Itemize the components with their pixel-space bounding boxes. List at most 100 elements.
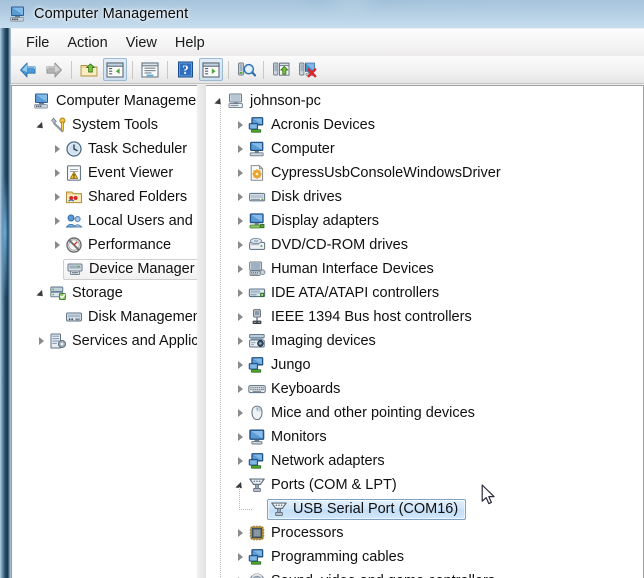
tree-expander-closed[interactable] <box>232 521 248 545</box>
performance-icon <box>65 236 83 254</box>
window-titlebar[interactable]: Computer Management <box>0 0 644 28</box>
tree-expander-closed[interactable] <box>49 209 65 233</box>
tree-item[interactable]: Device Manager <box>12 257 197 281</box>
toolbar: ? <box>11 56 644 84</box>
tree-expander-closed[interactable] <box>232 233 248 257</box>
tree-expander-closed[interactable] <box>232 449 248 473</box>
tree-item[interactable]: Human Interface Devices <box>206 257 643 281</box>
imaging-device-icon <box>248 332 266 350</box>
tree-item[interactable]: IDE ATA/ATAPI controllers <box>206 281 643 305</box>
device-tree-pane[interactable]: johnson-pc Acronis Devices Computer Cypress… <box>206 85 644 578</box>
tree-item[interactable]: Task Scheduler <box>12 137 197 161</box>
tree-item-selection[interactable]: USB Serial Port (COM16) <box>267 498 467 520</box>
tree-expander-closed[interactable] <box>33 329 49 353</box>
tree-expander-closed[interactable] <box>232 257 248 281</box>
tree-item[interactable]: IEEE 1394 Bus host controllers <box>206 305 643 329</box>
tree-item[interactable]: Performance <box>12 233 197 257</box>
tree-item[interactable]: Computer <box>206 137 643 161</box>
tree-item[interactable]: CypressUsbConsoleWindowsDriver <box>206 161 643 185</box>
tree-expander-closed[interactable] <box>232 185 248 209</box>
tree-expander-closed[interactable] <box>232 161 248 185</box>
properties-button[interactable] <box>138 58 162 81</box>
back-button[interactable] <box>16 58 40 81</box>
tree-item[interactable]: USB Serial Port (COM16) <box>206 497 643 521</box>
tree-item[interactable]: System Tools <box>12 113 197 137</box>
menu-help[interactable]: Help <box>166 32 214 54</box>
dvd-drive-icon <box>248 236 266 254</box>
tree-expander-closed[interactable] <box>232 425 248 449</box>
tree-item[interactable]: Event Viewer <box>12 161 197 185</box>
tree-expander-closed[interactable] <box>232 569 248 578</box>
tree-expander-open[interactable] <box>33 281 49 305</box>
tree-expander-closed[interactable] <box>49 161 65 185</box>
tree-item[interactable]: Keyboards <box>206 377 643 401</box>
local-users-icon <box>65 212 83 230</box>
menu-action[interactable]: Action <box>58 32 116 54</box>
network-device-icon <box>248 116 266 134</box>
tree-expander-open[interactable] <box>33 113 49 137</box>
monitor-icon <box>248 428 266 446</box>
tree-item[interactable]: Services and Applicat <box>12 329 197 353</box>
tree-item[interactable]: Sound, video and game controllers <box>206 569 643 578</box>
tree-expander-closed[interactable] <box>232 281 248 305</box>
tree-expander-closed[interactable] <box>232 377 248 401</box>
show-hide-console-tree-button[interactable] <box>103 58 127 81</box>
scan-for-hardware-changes-button[interactable] <box>234 58 258 81</box>
tree-item[interactable]: Storage <box>12 281 197 305</box>
tree-item-label: Disk Management <box>88 308 197 325</box>
tree-item[interactable]: Jungo <box>206 353 643 377</box>
tree-expander-closed[interactable] <box>232 305 248 329</box>
tree-expander-closed[interactable] <box>232 401 248 425</box>
storage-icon <box>49 284 67 302</box>
tree-expander-closed[interactable] <box>232 137 248 161</box>
tree-expander-closed[interactable] <box>232 113 248 137</box>
shared-folders-icon <box>65 188 83 206</box>
tree-expander-open[interactable] <box>232 473 248 497</box>
tree-item[interactable]: Monitors <box>206 425 643 449</box>
processor-icon <box>248 524 266 542</box>
tree-item-selection[interactable]: Device Manager <box>63 258 197 280</box>
tree-expander-closed[interactable] <box>232 545 248 569</box>
menu-view[interactable]: View <box>117 32 166 54</box>
menu-file[interactable]: File <box>17 32 58 54</box>
toolbar-separator <box>167 60 168 79</box>
tree-item-label: CypressUsbConsoleWindowsDriver <box>271 164 501 181</box>
tree-expander-closed[interactable] <box>232 353 248 377</box>
tree-item[interactable]: johnson-pc <box>206 89 643 113</box>
tree-item[interactable]: Display adapters <box>206 209 643 233</box>
tree-item[interactable]: Local Users and Gro <box>12 209 197 233</box>
tree-item-label: Performance <box>88 236 172 253</box>
tree-item[interactable]: Network adapters <box>206 449 643 473</box>
tree-expander-closed[interactable] <box>49 185 65 209</box>
tree-item[interactable]: Computer Management <box>12 89 197 113</box>
tree-expander-closed[interactable] <box>232 209 248 233</box>
tree-item[interactable]: Processors <box>206 521 643 545</box>
tree-item[interactable]: Shared Folders <box>12 185 197 209</box>
tree-item-label: Services and Applicat <box>72 332 197 349</box>
tree-item-label: IDE ATA/ATAPI controllers <box>271 284 440 301</box>
tree-item[interactable]: Acronis Devices <box>206 113 643 137</box>
tree-expander-closed[interactable] <box>49 137 65 161</box>
tree-item[interactable]: Ports (COM & LPT) <box>206 473 643 497</box>
tree-item-label: DVD/CD-ROM drives <box>271 236 408 253</box>
tree-item-label: Monitors <box>271 428 327 445</box>
tree-item[interactable]: Imaging devices <box>206 329 643 353</box>
tree-item[interactable]: Programming cables <box>206 545 643 569</box>
console-tree-pane[interactable]: Computer Management System Tools Task Sche… <box>11 85 197 578</box>
computer-node-icon <box>227 92 245 110</box>
tree-expander-closed[interactable] <box>232 329 248 353</box>
pane-splitter[interactable] <box>197 85 206 578</box>
tree-expander-open[interactable] <box>211 89 227 113</box>
update-driver-button[interactable] <box>269 58 293 81</box>
tree-item[interactable]: Disk Management <box>12 305 197 329</box>
mouse-icon <box>248 404 266 422</box>
show-hide-action-pane-button[interactable] <box>199 58 223 81</box>
uninstall-device-button[interactable] <box>295 58 319 81</box>
help-button[interactable]: ? <box>173 58 197 81</box>
forward-button[interactable] <box>42 58 66 81</box>
tree-item[interactable]: Mice and other pointing devices <box>206 401 643 425</box>
tree-item[interactable]: Disk drives <box>206 185 643 209</box>
up-one-level-button[interactable] <box>77 58 101 81</box>
tree-expander-closed[interactable] <box>49 233 65 257</box>
tree-item[interactable]: DVD/CD-ROM drives <box>206 233 643 257</box>
